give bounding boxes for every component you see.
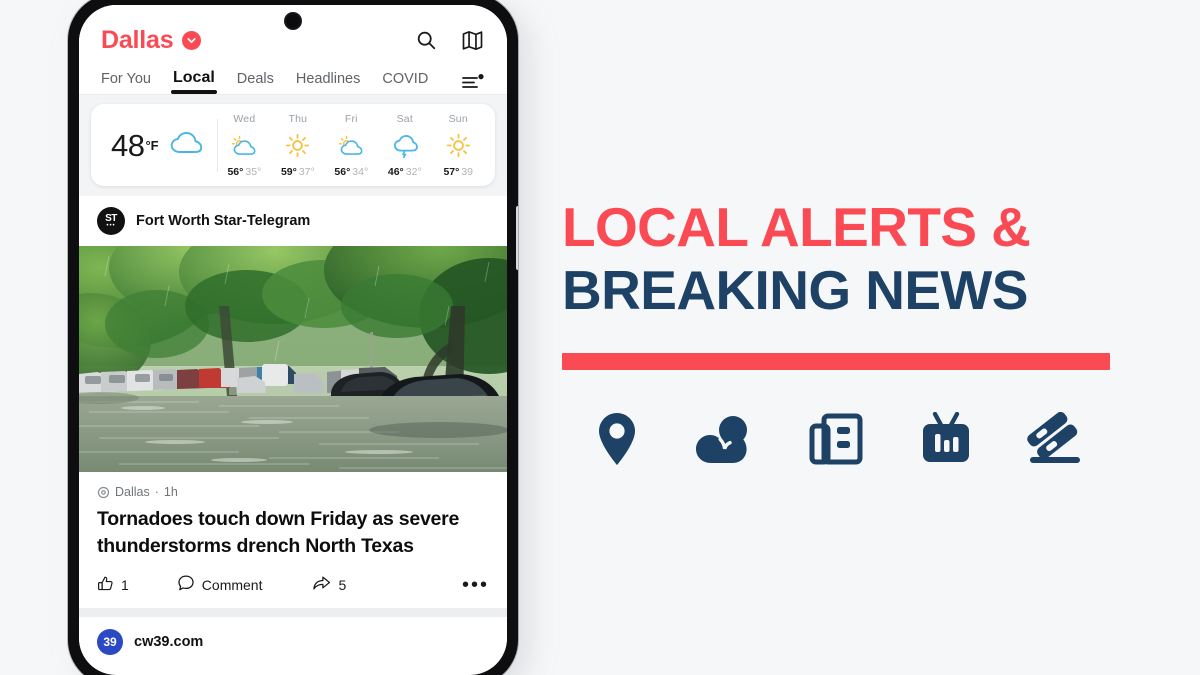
forecast-high: 46° (387, 166, 404, 178)
current-temperature: 48 (111, 127, 145, 163)
share-button[interactable]: 5 (312, 574, 346, 595)
current-weather: 48 °F (99, 113, 217, 178)
phone-side-button (516, 206, 518, 270)
tab-covid[interactable]: COVID (382, 71, 428, 94)
feed-separator (79, 608, 507, 617)
publisher-row[interactable]: ST ••• Fort Worth Star-Telegram (79, 196, 507, 246)
weather-section: 48 °F Wed 56° 35° Thu 59° 37° Fri 56° 34… (79, 95, 507, 196)
forecast-temps: 56° 35° (227, 166, 261, 178)
star-telegram-logo-icon: ST ••• (97, 207, 125, 235)
comment-bubble-icon (177, 574, 195, 595)
forecast-temps: 56° 34° (334, 166, 368, 178)
forecast-low: 37° (298, 166, 315, 178)
promo-accent-rule (562, 353, 1110, 370)
cloud-icon (169, 130, 205, 161)
forecast-day-name: Sun (448, 113, 468, 125)
forecast-temps: 59° 37° (281, 166, 315, 178)
forecast-low: 32° (405, 166, 422, 178)
sun-icon (285, 133, 310, 159)
promo-panel: LOCAL ALERTS & BREAKING NEWS (562, 196, 1142, 470)
app-brand-title: Dallas (101, 25, 174, 54)
temperature-unit: °F (145, 138, 159, 153)
article-card: Dallas · 1h Tornadoes touch down Friday … (79, 472, 507, 608)
promo-headline-line2: BREAKING NEWS (562, 259, 1028, 321)
forecast-day[interactable]: Fri 56° 34° (325, 113, 378, 178)
tab-deals[interactable]: Deals (237, 71, 274, 94)
forecast-day[interactable]: Sat 46° 32° (378, 113, 431, 178)
promo-screenshot: Dallas For You Local Deals Headlines COV… (0, 0, 1200, 675)
forecast-low: 39 (461, 166, 474, 178)
forecast-high: 56° (227, 166, 244, 178)
article-action-bar: 1 Comment 5 ••• (97, 574, 489, 608)
like-count: 1 (121, 576, 129, 593)
promo-headline-line1: LOCAL ALERTS & (562, 196, 1031, 258)
forecast-temps: 57° 39 (443, 166, 473, 178)
filter-list-icon-with-badge[interactable] (461, 74, 485, 94)
forecast-high: 59° (280, 166, 297, 178)
article-hero-image[interactable] (79, 246, 507, 472)
more-horizontal-icon[interactable]: ••• (462, 575, 489, 595)
category-tabs: For You Local Deals Headlines COVID (101, 69, 485, 94)
comment-button[interactable]: Comment (177, 574, 263, 595)
weather-forecast-list: Wed 56° 35° Thu 59° 37° Fri 56° 34° Sat … (218, 113, 485, 178)
partly-cloudy-icon (231, 133, 258, 159)
chevron-down-circle-icon[interactable] (182, 30, 202, 50)
forecast-day[interactable]: Sun 57° 39 (432, 113, 485, 178)
weather-cloud-icon (672, 408, 782, 470)
tab-local[interactable]: Local (171, 69, 217, 94)
publisher-row-cw39[interactable]: 39 cw39.com (79, 617, 507, 667)
map-icon[interactable] (459, 27, 485, 53)
share-arrow-icon (312, 574, 331, 595)
sun-icon (446, 133, 471, 159)
tv-icon (891, 408, 1001, 470)
partly-cloudy-icon (338, 133, 365, 159)
phone-body: Dallas For You Local Deals Headlines COV… (68, 0, 518, 675)
publisher-logo-text: ST (105, 212, 117, 224)
tab-for-you[interactable]: For You (101, 71, 151, 94)
like-button[interactable]: 1 (97, 575, 129, 595)
phone-mockup: Dallas For You Local Deals Headlines COV… (68, 0, 530, 675)
publisher-name: Fort Worth Star-Telegram (136, 213, 311, 229)
forecast-day[interactable]: Wed 56° 35° (218, 113, 271, 178)
location-pin-icon (562, 408, 672, 470)
publisher2-name: cw39.com (134, 634, 204, 650)
share-count: 5 (338, 576, 347, 593)
forecast-day-name: Fri (344, 113, 358, 125)
flood-scene-illustration (79, 246, 507, 472)
thumbs-up-icon (97, 575, 114, 595)
forecast-day-name: Thu (288, 113, 308, 125)
cw39-logo-icon: 39 (97, 629, 123, 655)
forecast-low: 35° (245, 166, 262, 178)
article-time: 1h (163, 485, 178, 499)
phone-screen: Dallas For You Local Deals Headlines COV… (79, 5, 507, 675)
search-icon[interactable] (413, 27, 439, 53)
forecast-day[interactable]: Thu 59° 37° (271, 113, 324, 178)
tab-headlines[interactable]: Headlines (296, 71, 361, 94)
forecast-high: 56° (334, 166, 351, 178)
location-pin-icon (97, 486, 110, 499)
forecast-day-name: Sat (396, 113, 413, 125)
newspaper-icon (781, 408, 891, 470)
article-meta: Dallas · 1h (97, 485, 489, 499)
forecast-day-name: Wed (233, 113, 256, 125)
front-camera-punch-hole (284, 12, 302, 30)
forecast-temps: 46° 32° (388, 166, 422, 178)
forecast-high: 57° (443, 166, 460, 178)
forecast-low: 34° (352, 166, 369, 178)
meta-separator: · (154, 485, 159, 499)
article-headline[interactable]: Tornadoes touch down Friday as severe th… (97, 506, 489, 560)
feature-icon-row (562, 408, 1110, 470)
bleachers-sports-icon (1000, 408, 1110, 470)
rain-cloud-icon (392, 133, 418, 159)
weather-card[interactable]: 48 °F Wed 56° 35° Thu 59° 37° Fri 56° 34… (91, 104, 495, 186)
article-location: Dallas (115, 485, 150, 499)
publisher-logo-dots: ••• (106, 222, 116, 229)
cw39-logo-text: 39 (103, 635, 117, 649)
comment-label: Comment (201, 576, 263, 593)
